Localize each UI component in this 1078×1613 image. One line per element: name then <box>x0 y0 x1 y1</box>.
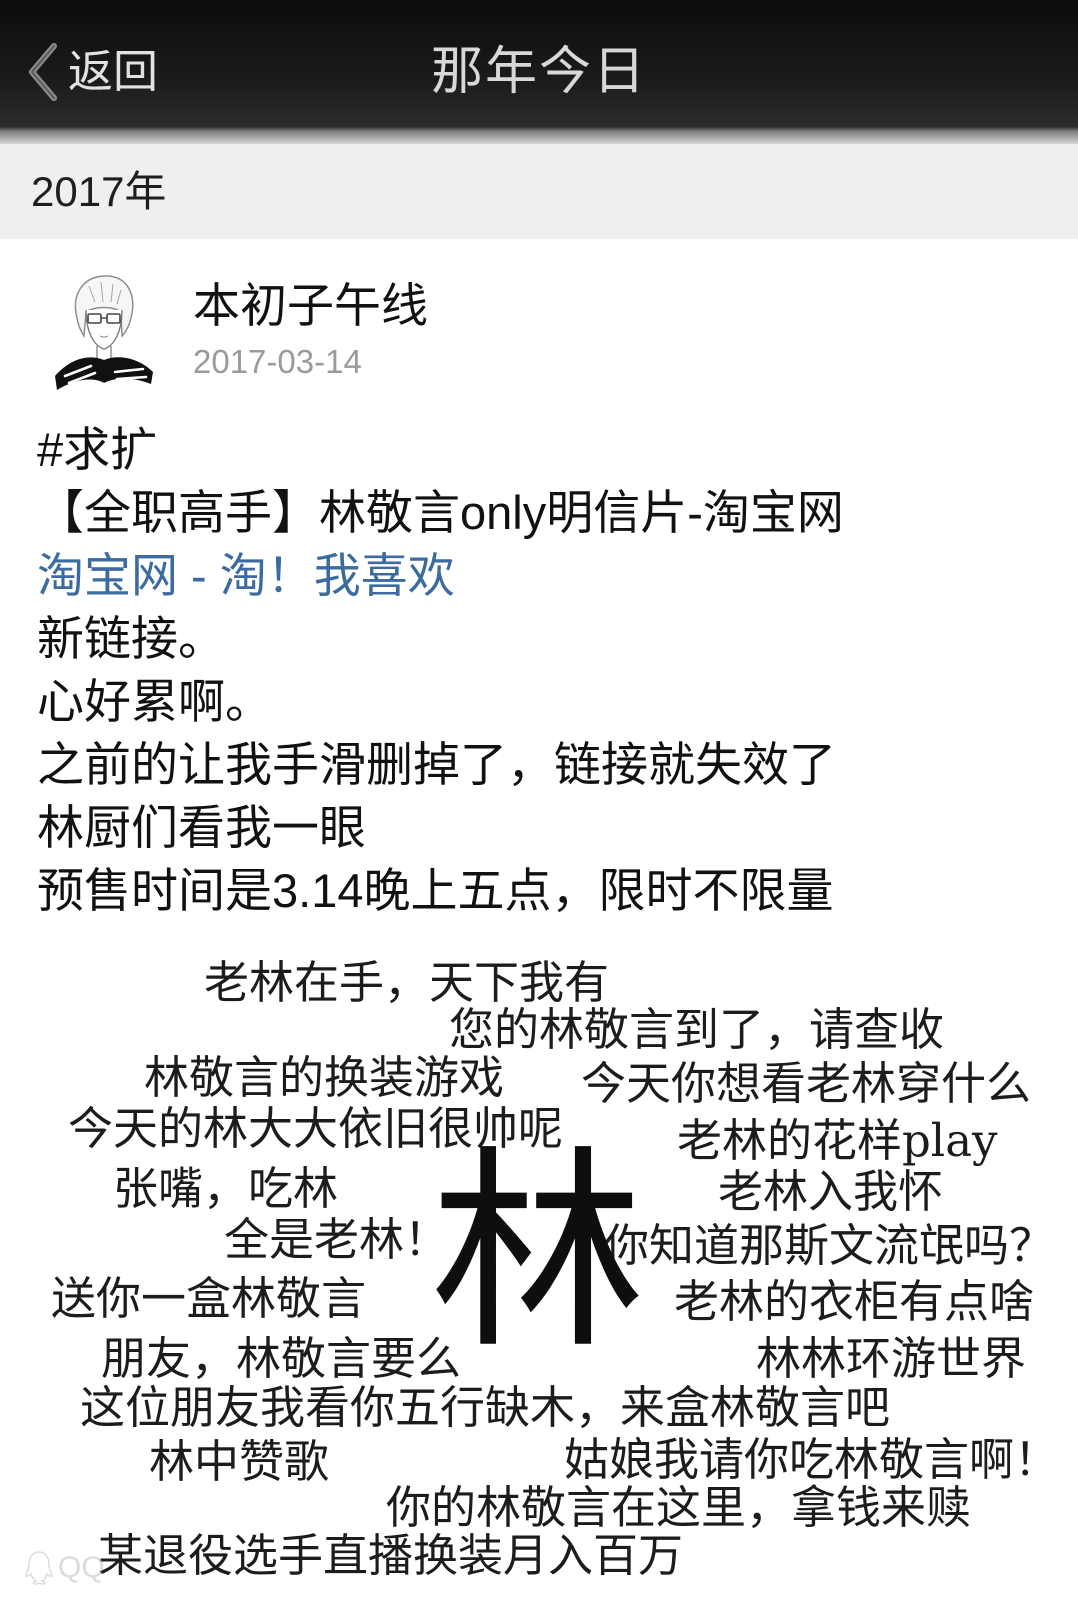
word-cloud-phrase: 您的林敬言到了，请查收 <box>449 1003 945 1056</box>
word-cloud-phrase: 你的林敬言在这里，拿钱来赎 <box>386 1481 972 1534</box>
post-text-line: 预售时间是3.14晚上五点，限时不限量 <box>37 864 834 917</box>
word-cloud-phrase: 老林的花样play <box>677 1114 998 1167</box>
avatar-image <box>51 272 156 392</box>
word-cloud-phrase: 林中赞歌 <box>149 1435 330 1488</box>
hashtag[interactable]: #求扩 <box>37 418 1057 481</box>
word-cloud-phrase: 朋友，林敬言要么 <box>101 1332 462 1385</box>
post-body: #求扩 【全职高手】林敬言only明信片-淘宝网 淘宝网 - 淘！我喜欢 新链接… <box>37 418 1057 922</box>
watermark: QQ <box>24 1550 105 1586</box>
word-cloud-phrase: 全是老林！ <box>224 1213 450 1266</box>
share-link[interactable]: 淘宝网 - 淘！我喜欢 <box>37 544 1057 607</box>
word-cloud-phrase: 老林的衣柜有点啥 <box>674 1275 1035 1328</box>
word-cloud-phrase: 林林环游世界 <box>756 1332 1027 1385</box>
qq-logo-icon <box>25 1551 53 1585</box>
post-text-line: 林厨们看我一眼 <box>37 801 366 854</box>
share-title: 【全职高手】林敬言only明信片-淘宝网 <box>37 486 844 539</box>
post-text-line: 新链接。 <box>37 612 225 665</box>
word-cloud-phrase: 姑娘我请你吃林敬言啊！ <box>564 1433 1060 1486</box>
year-header: 2017年 <box>0 144 1078 239</box>
avatar[interactable] <box>51 272 156 392</box>
post-card: 本初子午线 2017-03-14 #求扩 【全职高手】林敬言only明信片-淘宝… <box>0 239 1078 1613</box>
post-date: 2017-03-14 <box>193 343 362 380</box>
word-cloud-phrase: 送你一盒林敬言 <box>51 1272 367 1325</box>
word-cloud-phrase: 这位朋友我看你五行缺木，来盒林敬言吧 <box>80 1381 891 1434</box>
page-title: 那年今日 <box>430 43 647 101</box>
word-cloud-phrase: 今天你想看老林穿什么 <box>581 1057 1032 1110</box>
word-cloud-phrase: 某退役选手直播换装月入百万 <box>98 1529 684 1582</box>
top-nav-bar: 返回 那年今日 <box>0 0 1078 144</box>
word-cloud-phrase: 你知道那斯文流氓吗？ <box>604 1219 1055 1272</box>
word-cloud-phrase: 张嘴，吃林 <box>113 1162 339 1215</box>
watermark-text: QQ <box>58 1551 105 1584</box>
year-label: 2017年 <box>31 168 167 215</box>
word-cloud-phrase: 老林在手，天下我有 <box>204 956 610 1009</box>
post-text-line: 心好累啊。 <box>37 675 272 728</box>
word-cloud-phrase: 老林入我怀 <box>718 1165 944 1218</box>
author-name[interactable]: 本初子午线 <box>193 282 428 330</box>
post-text-line: 之前的让我手滑删掉了，链接就失效了 <box>37 738 836 791</box>
post-image[interactable]: 老林在手，天下我有 您的林敬言到了，请查收 林敬言的换装游戏 今天你想看老林穿什… <box>0 930 1078 1613</box>
word-cloud-center-char: 林 <box>430 1127 645 1378</box>
word-cloud-phrase: 林敬言的换装游戏 <box>144 1051 505 1104</box>
